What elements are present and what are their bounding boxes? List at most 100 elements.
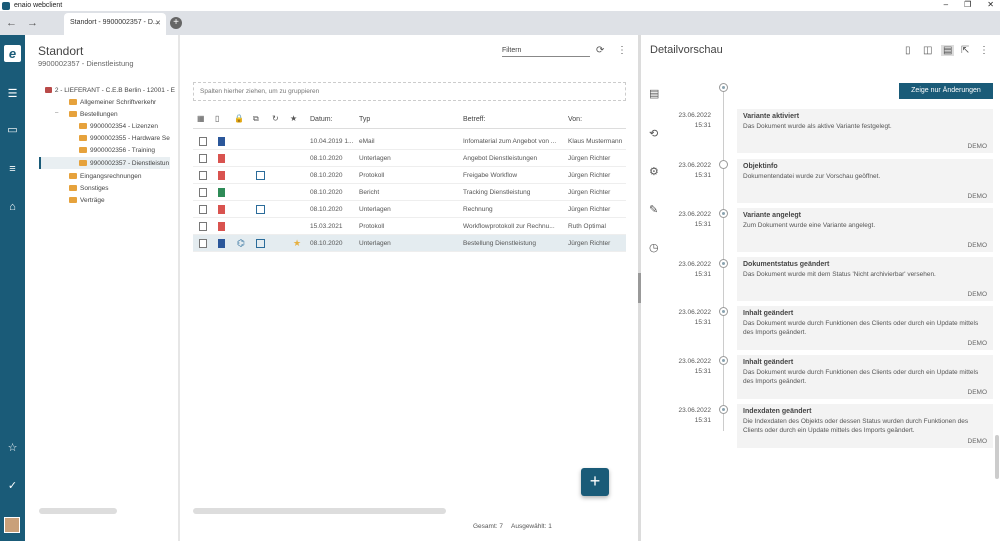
event-date: 23.06.2022 (678, 261, 711, 268)
table-row[interactable]: 10.04.2019 1... eMail Infomaterial zum A… (193, 133, 626, 150)
favorites-star-icon[interactable]: ☆ (5, 441, 20, 455)
cell-date: 08.10.2020 (310, 155, 343, 162)
collapse-toggle-icon[interactable]: – (55, 110, 58, 116)
table-row[interactable]: 08.10.2020 Unterlagen Angebot Dienstleis… (193, 150, 626, 167)
variants-icon[interactable]: ⟲ (649, 127, 658, 140)
index-data-icon[interactable]: ▤ (649, 87, 659, 100)
cell-subject: Angebot Dienstleistungen (463, 155, 538, 162)
table-row[interactable]: 08.10.2020 Unterlagen Rechnung Jürgen Ri… (193, 201, 626, 218)
more-menu-icon[interactable]: ⋮ (617, 45, 627, 56)
event-body: Das Dokument wurde mit dem Status 'Nicht… (743, 271, 936, 278)
add-button[interactable]: + (581, 468, 609, 496)
show-changes-button[interactable]: Zeige nur Änderungen (899, 83, 993, 99)
table-row[interactable]: 08.10.2020 Bericht Tracking Dienstleistu… (193, 184, 626, 201)
tree-horizontal-scrollbar[interactable] (39, 508, 117, 514)
table-row-selected[interactable]: ⌬ ★ 08.10.2020 Unterlagen Bestellung Die… (193, 235, 626, 252)
cell-date: 08.10.2020 (310, 240, 343, 247)
history-clock-icon[interactable]: ◷ (649, 241, 659, 254)
browser-tabbar: ← → Standort - 9900002357 - D... ✕ + (0, 11, 1000, 35)
close-window-button[interactable]: ✕ (987, 0, 994, 9)
tree-item-supplier[interactable]: 2 - LIEFERANT - C.E.B Berlin - 12001 - E (45, 84, 175, 96)
column-header-subject[interactable]: Betreff: (463, 112, 485, 126)
history-card[interactable]: Variante angelegt Zum Dokument wurde ein… (737, 208, 993, 252)
tray-icon[interactable]: ⌂ (5, 200, 20, 214)
tree-item-9900002354[interactable]: 9900002354 - Lizenzen (79, 120, 175, 132)
folder-icon (69, 185, 77, 191)
avatar[interactable] (4, 517, 20, 533)
tree-item-label: 2 - LIEFERANT - C.E.B Berlin - 12001 - E (54, 86, 175, 94)
excel-file-icon (218, 188, 225, 197)
refresh-icon[interactable]: ⟳ (596, 45, 604, 56)
detail-vertical-scrollbar[interactable] (995, 435, 999, 479)
inbox-list-icon[interactable]: ≡ (5, 162, 20, 176)
favorite-star-icon[interactable]: ★ (293, 235, 301, 252)
tab-close-icon[interactable]: ✕ (155, 19, 161, 27)
tree-item-9900002356[interactable]: 9900002356 - Training (79, 144, 175, 156)
tree-item-9900002357[interactable]: 9900002357 - Dienstleistun (39, 157, 170, 169)
cell-subject: Workflowprotokoll zur Rechnu... (463, 223, 555, 230)
history-card[interactable]: Indexdaten geändert Die Indexdaten des O… (737, 404, 993, 448)
page-title: Standort (38, 44, 84, 58)
tree-item-label: 9900002354 - Lizenzen (90, 122, 158, 130)
cell-type: Unterlagen (359, 206, 391, 213)
history-card[interactable]: Inhalt geändert Das Dokument wurde durch… (737, 306, 993, 350)
detail-more-icon[interactable]: ⋮ (979, 45, 989, 56)
tree-item-eingangsrechnungen[interactable]: Eingangsrechnungen (69, 170, 177, 182)
tree-item-sonstiges[interactable]: Sonstiges (69, 182, 177, 194)
history-card[interactable]: Variante aktiviert Das Dokument wurde al… (737, 109, 993, 153)
folder-icon (79, 135, 87, 141)
back-arrow-icon[interactable]: ← (6, 17, 17, 29)
desktop-icon[interactable]: ▭ (5, 123, 20, 137)
column-settings-icon[interactable]: ▦ (197, 114, 205, 123)
folder-icon (69, 197, 77, 203)
new-tab-button[interactable]: + (170, 17, 182, 29)
maximize-button[interactable]: ❐ (964, 0, 971, 9)
column-header-type[interactable]: Typ (359, 112, 370, 126)
workflow-history-icon[interactable]: ⚙ (649, 165, 659, 178)
tree-item-vertraege[interactable]: Verträge (69, 194, 177, 206)
favorite-column-icon[interactable]: ★ (290, 114, 297, 123)
event-title: Inhalt geändert (743, 310, 794, 317)
enaio-logo-icon[interactable]: e (4, 45, 21, 62)
history-card[interactable]: Objektinfo Dokumentendatei wurde zur Vor… (737, 159, 993, 203)
event-date: 23.06.2022 (678, 309, 711, 316)
cell-date: 08.10.2020 (310, 206, 343, 213)
column-header-from[interactable]: Von: (568, 112, 582, 126)
open-external-icon[interactable]: ⇱ (961, 45, 969, 56)
column-header-date[interactable]: Datum: (310, 112, 333, 126)
timeline-dot (719, 160, 728, 169)
selected-count: Ausgewählt: 1 (511, 523, 552, 530)
history-card[interactable]: Dokumentstatus geändert Das Dokument wur… (737, 257, 993, 301)
tree-item-label: Bestellungen (80, 110, 118, 118)
detail-preview-panel: Detailvorschau ▯ ◫ ▤ ⇱ ⋮ Zeige nur Änder… (641, 35, 1000, 541)
file-preview-icon[interactable]: ▯ (905, 45, 911, 56)
tree-item-bestellungen[interactable]: Bestellungen (69, 108, 177, 120)
folder-icon (79, 160, 87, 166)
pdf-file-icon (218, 154, 225, 163)
filter-input[interactable]: Filtern (502, 47, 590, 57)
list-horizontal-scrollbar[interactable] (193, 508, 446, 514)
table-row[interactable]: 08.10.2020 Protokoll Freigabe Workflow J… (193, 167, 626, 184)
table-row[interactable]: 15.03.2021 Protokoll Workflowprotokoll z… (193, 218, 626, 235)
tree-item-label: Eingangsrechnungen (80, 172, 142, 180)
history-view-icon[interactable]: ▤ (941, 45, 955, 56)
folder-open-icon (69, 111, 77, 117)
database-icon[interactable]: ☰ (5, 87, 20, 101)
event-user: DEMO (967, 143, 988, 150)
cell-subject: Bestellung Dienstleistung (463, 240, 536, 247)
split-view-icon[interactable]: ◫ (923, 45, 932, 56)
tasks-check-icon[interactable]: ✓ (5, 479, 20, 493)
tree-item-9900002355[interactable]: 9900002355 - Hardware Se (79, 132, 175, 144)
signature-icon[interactable]: ✎ (649, 203, 658, 216)
variant-icon (256, 171, 265, 180)
timeline-dot (719, 83, 728, 92)
group-drop-zone[interactable]: Spalten hierher ziehen, um zu gruppieren (193, 82, 626, 101)
tree-item-allgemeiner-schriftverkehr[interactable]: Allgemeiner Schriftverkehr (69, 96, 177, 108)
cell-type: Unterlagen (359, 155, 391, 162)
history-card[interactable]: Inhalt geändert Das Dokument wurde durch… (737, 355, 993, 399)
cell-date: 15.03.2021 (310, 223, 343, 230)
minimize-button[interactable]: – (944, 0, 948, 9)
event-title: Variante aktiviert (743, 113, 800, 120)
forward-arrow-icon[interactable]: → (27, 17, 38, 29)
browser-tab[interactable]: Standort - 9900002357 - D... ✕ (64, 13, 166, 35)
